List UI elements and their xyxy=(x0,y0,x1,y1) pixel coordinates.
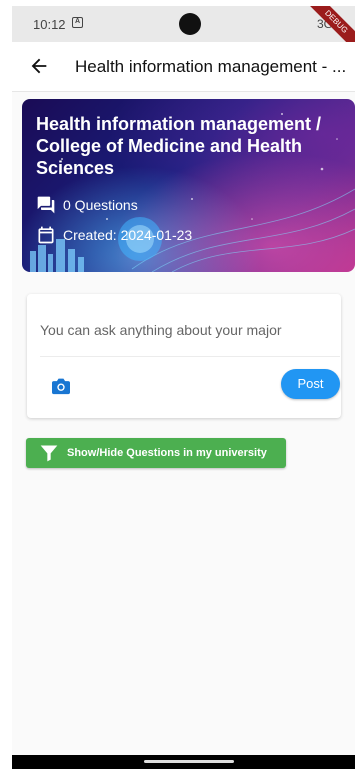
toggle-university-questions-label: Show/Hide Questions in my university xyxy=(67,447,267,459)
app-bar: Health information management - ... xyxy=(12,42,355,92)
phone-screen: 10:12 A 3G DEBUG Health information mana… xyxy=(12,6,355,769)
notification-icon: A xyxy=(72,17,83,28)
status-bar: 10:12 A 3G DEBUG xyxy=(12,6,355,59)
major-banner: Health information management / College … xyxy=(22,99,355,272)
banner-title: Health information management / College … xyxy=(36,114,322,178)
page-title: Health information management - ... xyxy=(75,57,347,76)
forum-icon xyxy=(37,196,55,214)
status-time: 10:12 xyxy=(33,17,66,32)
toggle-university-questions-button[interactable]: Show/Hide Questions in my university xyxy=(26,438,286,468)
post-button[interactable]: Post xyxy=(281,369,340,399)
system-nav-bar xyxy=(12,755,355,769)
created-date-row: Created: 2024-01-23 xyxy=(36,225,192,245)
filter-icon xyxy=(40,445,58,462)
created-date: Created: 2024-01-23 xyxy=(63,227,193,243)
front-camera xyxy=(179,13,201,35)
camera-icon[interactable] xyxy=(51,377,71,395)
questions-count: 0 Questions xyxy=(63,197,138,213)
question-input[interactable]: You can ask anything about your major xyxy=(40,322,282,338)
arrow-back-icon[interactable] xyxy=(28,55,50,77)
questions-count-row: 0 Questions xyxy=(36,195,138,215)
ask-question-card: You can ask anything about your major Po… xyxy=(27,294,341,418)
calendar-icon xyxy=(38,226,54,244)
card-divider xyxy=(40,356,340,357)
home-gesture-handle[interactable] xyxy=(144,760,234,763)
